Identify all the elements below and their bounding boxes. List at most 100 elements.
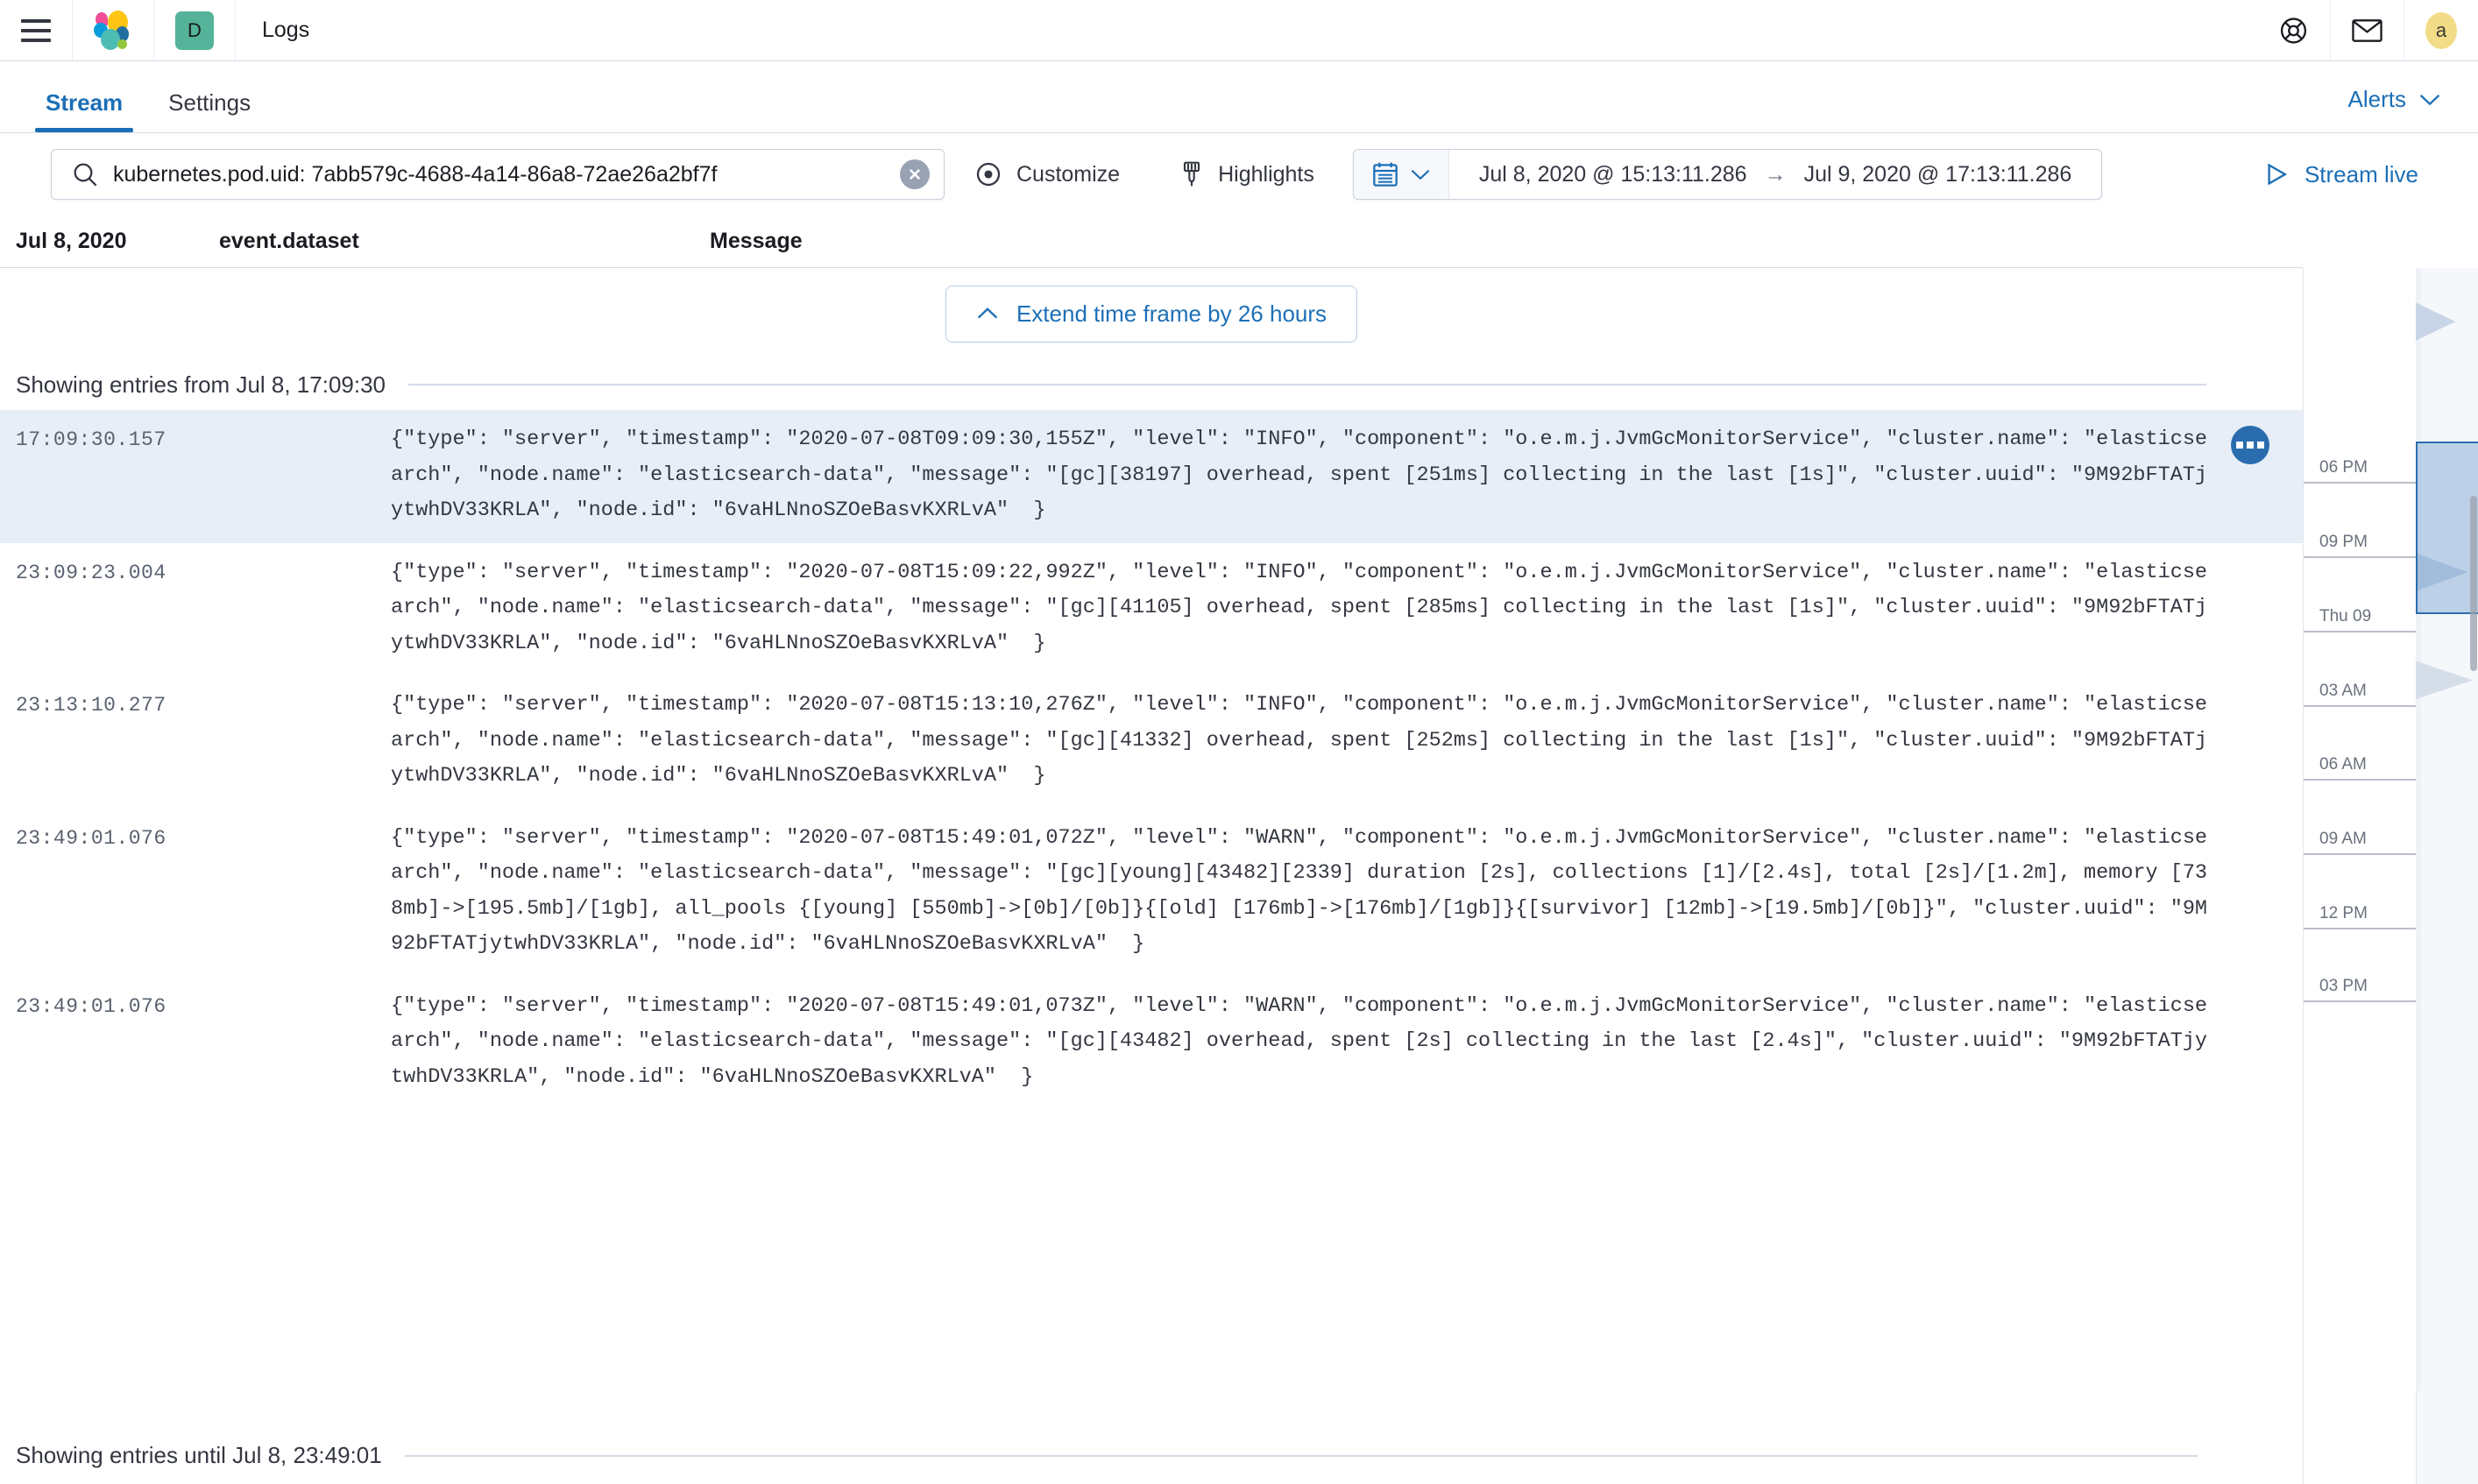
showing-until-rule: [404, 1454, 2198, 1457]
log-entry-timestamp: 23:09:23.004: [16, 561, 166, 584]
space-switcher-button[interactable]: D: [154, 0, 236, 60]
minimap-tick-label: 03 AM: [2319, 682, 2367, 700]
minimap-tick-label: 09 PM: [2319, 533, 2368, 551]
log-entry-timestamp: 23:49:01.076: [16, 826, 166, 850]
log-entry-message: {"type": "server", "timestamp": "2020-07…: [391, 693, 2208, 788]
minimap-tick: 09 AM: [2304, 830, 2416, 855]
minimap-tick-line: [2304, 853, 2416, 855]
menu-button[interactable]: [0, 0, 73, 60]
minimap-tick: 03 PM: [2304, 977, 2416, 1002]
header-spacer: [336, 0, 2257, 60]
mail-button[interactable]: [2331, 0, 2404, 60]
column-header-message: Message: [710, 229, 803, 253]
chevron-down-icon: [2419, 94, 2440, 105]
search-box[interactable]: [51, 149, 945, 200]
date-quick-menu-button[interactable]: [1353, 150, 1449, 199]
showing-from-label: Showing entries from Jul 8, 17:09:30: [16, 371, 386, 398]
tab-bar: Stream Settings Alerts: [0, 61, 2478, 133]
mail-envelope-icon: [2352, 18, 2382, 42]
date-range-end[interactable]: Jul 9, 2020 @ 17:13:11.286: [1804, 162, 2072, 187]
log-entry-row[interactable]: 23:49:01.076 {"type": "server", "timestam…: [0, 809, 2303, 977]
minimap-tick-line: [2304, 928, 2416, 929]
minimap-tick-label: 06 PM: [2319, 458, 2368, 477]
logs-app: D Logs a Stream Settings Alerts kubernet…: [0, 0, 2478, 1484]
column-header-time: Jul 8, 2020: [16, 229, 127, 253]
minimap-tick-label: Thu 09: [2319, 607, 2372, 625]
elastic-logo-icon: [94, 10, 132, 51]
minimap-tick: 06 AM: [2304, 755, 2416, 781]
minimap-tick-line: [2304, 705, 2416, 707]
log-entry-actions-button[interactable]: [2231, 426, 2269, 464]
log-entry-message: {"type": "server", "timestamp": "2020-07…: [391, 428, 2208, 522]
date-range-start[interactable]: Jul 8, 2020 @ 15:13:11.286: [1479, 162, 1747, 187]
extend-timeframe-button[interactable]: Extend time frame by 26 hours: [945, 285, 1358, 343]
minimap-tick-label: 06 AM: [2319, 755, 2367, 774]
close-icon: [909, 168, 921, 180]
chevron-up-icon: [977, 307, 998, 319]
scrollbar-thumb[interactable]: [2470, 496, 2477, 671]
user-avatar-button[interactable]: a: [2404, 0, 2478, 60]
page-title: Logs: [262, 18, 310, 42]
search-icon: [74, 163, 97, 187]
date-range-display[interactable]: Jul 8, 2020 @ 15:13:11.286 → Jul 9, 2020…: [1449, 162, 2101, 187]
hamburger-menu-icon: [21, 18, 51, 42]
minimap-tick-label: 12 PM: [2319, 904, 2368, 922]
play-icon: [2268, 163, 2288, 186]
minimap-tick-label: 09 AM: [2319, 830, 2367, 848]
eye-icon: [976, 162, 1001, 187]
showing-from-row: Showing entries from Jul 8, 17:09:30: [0, 359, 2303, 410]
brush-icon: [1184, 161, 1200, 187]
showing-until-row: Showing entries until Jul 8, 23:49:01: [0, 1426, 2478, 1484]
minimap-tick-line: [2304, 1000, 2416, 1002]
extend-timeframe-label: Extend time frame by 26 hours: [1016, 300, 1328, 327]
minimap-tick-labels: 06 PM 09 PM Thu 09 03 AM 06 AM 09 AM 12 PM 03 P…: [2304, 268, 2478, 1484]
stream-live-button[interactable]: Stream live: [2264, 161, 2455, 188]
clear-search-button[interactable]: [900, 159, 930, 189]
column-header-dataset: event.dataset: [219, 229, 359, 253]
date-range-picker: Jul 8, 2020 @ 15:13:11.286 → Jul 9, 2020…: [1352, 149, 2103, 200]
highlights-button[interactable]: Highlights: [1150, 160, 1344, 188]
search-toolbar: Customize Highlights: [0, 133, 2478, 216]
avatar: a: [2425, 11, 2457, 49]
customize-button[interactable]: Customize: [945, 160, 1150, 188]
customize-label: Customize: [1016, 161, 1121, 187]
elastic-logo-button[interactable]: [73, 0, 154, 60]
log-entry-timestamp: 23:49:01.076: [16, 994, 166, 1018]
date-range-arrow: →: [1764, 161, 1787, 187]
extend-timeframe-bar: Extend time frame by 26 hours: [0, 268, 2303, 359]
minimap-tick: 06 PM: [2304, 458, 2416, 484]
minimap-tick: 03 AM: [2304, 682, 2416, 707]
stream-area: Extend time frame by 26 hours Showing en…: [0, 268, 2478, 1484]
space-badge: D: [175, 11, 214, 50]
help-button[interactable]: [2257, 0, 2331, 60]
showing-until-label: Showing entries until Jul 8, 23:49:01: [16, 1442, 382, 1468]
column-headers: Jul 8, 2020 event.dataset Message: [0, 216, 2303, 268]
alerts-label: Alerts: [2347, 86, 2406, 112]
log-entry-row[interactable]: 23:09:23.004 {"type": "server", "timestam…: [0, 543, 2303, 676]
search-input[interactable]: [113, 161, 886, 187]
log-entry-timestamp: 17:09:30.157: [16, 428, 166, 451]
highlights-label: Highlights: [1218, 161, 1314, 187]
calendar-icon: [1373, 162, 1398, 187]
chevron-down-icon: [1411, 169, 1430, 180]
stream-live-label: Stream live: [2304, 160, 2418, 187]
timeline-minimap[interactable]: 06 PM 09 PM Thu 09 03 AM 06 AM 09 AM 12 PM 03 P…: [2303, 268, 2478, 1484]
help-lifering-icon: [2280, 17, 2307, 44]
alerts-menu-button[interactable]: Alerts: [2348, 86, 2441, 132]
global-header: D Logs a: [0, 0, 2478, 61]
minimap-tick-label: 03 PM: [2319, 977, 2368, 995]
tab-settings[interactable]: Settings: [156, 89, 263, 132]
minimap-scrollbar[interactable]: [2469, 268, 2478, 1484]
log-stream: Extend time frame by 26 hours Showing en…: [0, 268, 2478, 1484]
minimap-tick: 09 PM: [2304, 533, 2416, 558]
log-entry-row[interactable]: 23:13:10.277 {"type": "server", "timestam…: [0, 675, 2303, 809]
minimap-tick: Thu 09: [2304, 607, 2416, 632]
log-entry-message: {"type": "server", "timestamp": "2020-07…: [391, 560, 2208, 655]
log-entry-message: {"type": "server", "timestamp": "2020-07…: [391, 993, 2208, 1089]
minimap-tick-line: [2304, 779, 2416, 781]
log-entry-message: {"type": "server", "timestamp": "2020-07…: [391, 825, 2208, 957]
log-entry-row[interactable]: 23:49:01.076 {"type": "server", "timestam…: [0, 977, 2303, 1110]
minimap-tick: 12 PM: [2304, 904, 2416, 929]
log-entry-row[interactable]: 17:09:30.157 {"type": "server", "timestam…: [0, 410, 2303, 543]
tab-stream[interactable]: Stream: [33, 89, 135, 132]
